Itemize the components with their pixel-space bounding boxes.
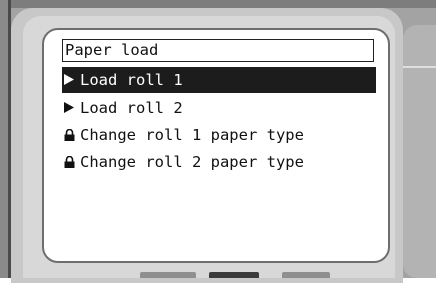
panel-key-left[interactable] [140,272,196,278]
menu-item-load-roll-2[interactable]: Load roll 2 [62,95,376,121]
bezel-side-highlight [403,66,436,68]
device-frame-left [0,0,8,278]
panel-key-right[interactable] [282,272,330,278]
menu-item-change-roll-1-paper-type[interactable]: Change roll 1 paper type [62,122,376,148]
menu-item-label: Load roll 1 [80,71,183,89]
menu-title: Paper load [62,39,374,62]
bezel-side-panel [403,25,436,278]
lock-icon [64,122,80,148]
menu-item-label: Change roll 1 paper type [80,126,304,144]
arrow-right-icon [64,95,80,121]
menu-item-change-roll-2-paper-type[interactable]: Change roll 2 paper type [62,149,376,175]
menu-item-label: Load roll 2 [80,99,183,117]
device-frame-top [11,0,436,8]
arrow-right-icon [64,67,80,93]
panel-key-middle[interactable] [209,272,259,278]
menu-item-load-roll-1[interactable]: Load roll 1 [62,67,376,93]
menu-item-label: Change roll 2 paper type [80,153,304,171]
lock-icon [64,149,80,175]
